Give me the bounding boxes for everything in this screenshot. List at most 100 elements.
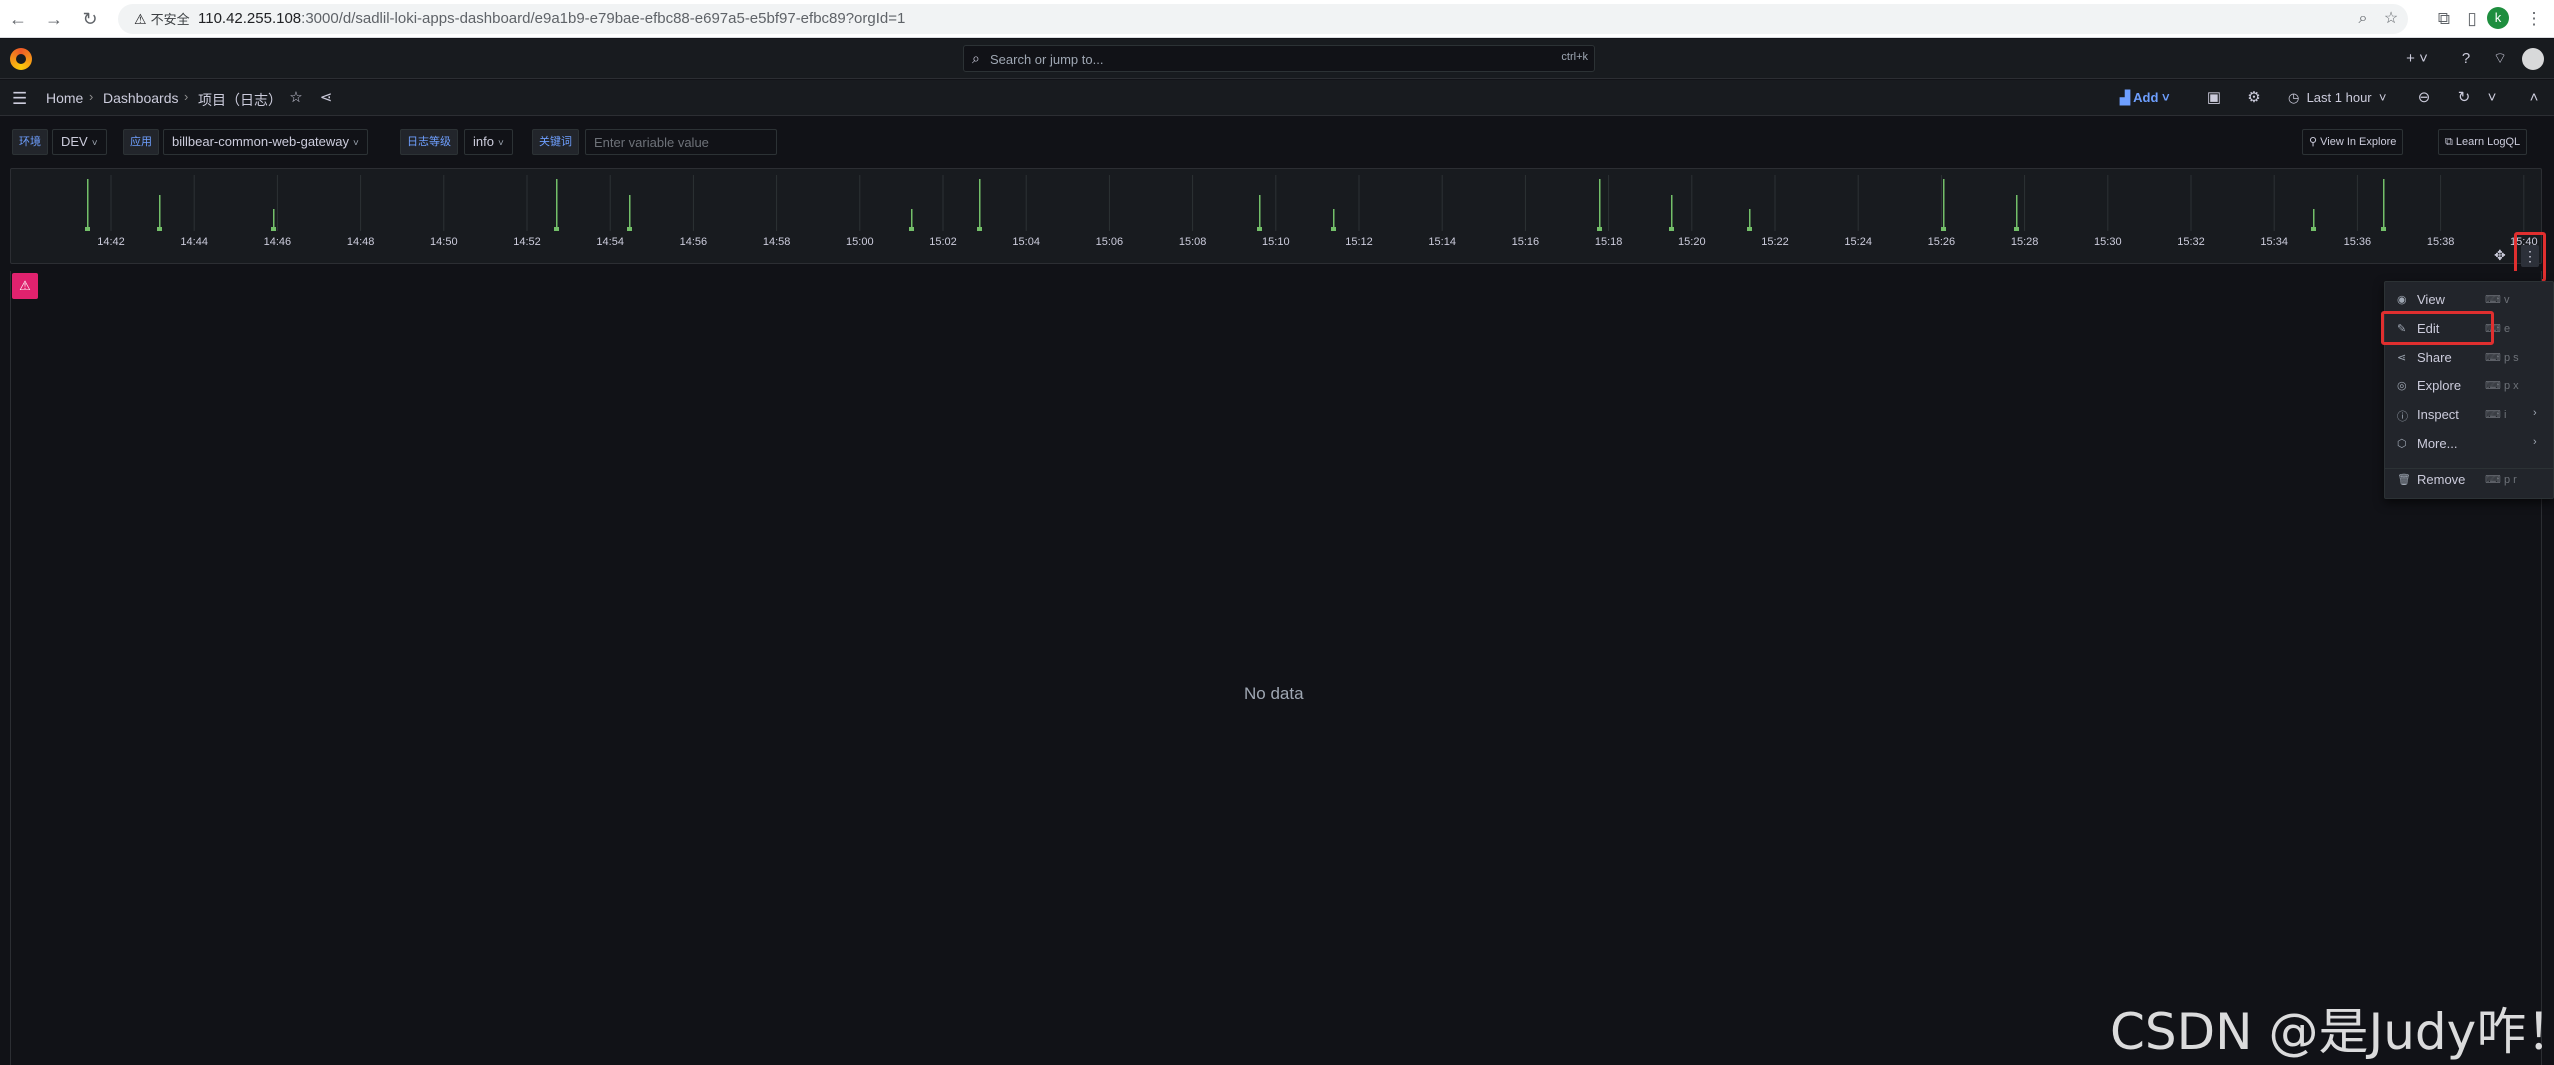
reload-icon[interactable]: ↻ [78,7,102,31]
histogram-bar [1943,179,1945,231]
panel-error-warning-icon[interactable]: ⚠ [12,273,38,299]
breadcrumb-dashboards[interactable]: Dashboards [103,90,179,106]
variable-label-level: 日志等级 [400,129,458,155]
view-in-explore-link[interactable]: ⚲ View In Explore [2302,129,2404,155]
refresh-icon[interactable]: ↻ [2454,88,2474,108]
url-text[interactable]: 110.42.255.108:3000/d/sadlil-loki-apps-d… [198,10,905,27]
back-icon[interactable]: ← [6,7,30,31]
user-avatar[interactable] [2522,48,2544,70]
shortcut-keys: p x [2503,380,2519,392]
log-volume-histogram-panel[interactable]: 14:42 14:44 14:46 14:48 14:50 14:52 14:54 14:56… [10,168,2542,264]
breadcrumb-current-dashboard: 项目（日志） [198,92,282,108]
settings-gear-icon[interactable]: ⚙ [2244,88,2264,108]
security-indicator[interactable]: ⚠ 不安全 [126,8,198,30]
histogram-tick-label: 15:10 [1262,236,1290,248]
extensions-icon[interactable]: ⧉ [2432,7,2456,31]
histogram-tick-label: 15:32 [2177,236,2205,248]
histogram-bar [1259,195,1261,231]
histogram-bar-base [554,227,559,231]
menu-item-inspect[interactable]: ⓘ Inspect ⌨ i › [2385,401,2554,429]
variable-label-env: 环境 [12,129,48,155]
time-range-picker[interactable]: ◷ Last 1 hour ˅ [2288,88,2386,108]
shortcut-keys: p s [2503,352,2519,364]
histogram-tick-label: 15:36 [2344,236,2372,248]
browser-menu-icon[interactable]: ⋮ [2522,7,2546,31]
menu-hamburger-icon[interactable]: ☰ [12,89,27,109]
shortcut-keys: e [2503,323,2511,335]
variable-select-app[interactable]: billbear-common-web-gateway ˅ [163,129,368,155]
shortcut-keys: i [2503,409,2507,421]
breadcrumb-separator-icon: › [89,89,94,104]
menu-item-label: View [2417,292,2445,307]
logs-panel [10,271,2542,1065]
time-range-label: Last 1 hour [2306,90,2372,105]
compass-icon: ◎ [2397,380,2407,392]
shortcut-keys: v [2503,294,2510,306]
variable-select-level[interactable]: info ˅ [464,129,513,155]
star-icon[interactable]: ☆ [286,88,306,108]
chevron-right-icon: › [2533,407,2537,419]
chevron-right-icon: › [2533,436,2537,448]
histogram-bar-base [627,227,632,231]
url-path: :3000/d/sadlil-loki-apps-dashboard/e9a1b… [301,10,906,27]
menu-item-more[interactable]: ⬡ More... › [2385,430,2554,458]
chevron-down-icon: ˅ [91,138,98,149]
variable-value-app: billbear-common-web-gateway [172,134,350,149]
share-icon[interactable]: ⋖ [316,88,336,108]
keyboard-shortcut: ⌨ i [2485,409,2507,421]
search-bar[interactable]: ⌕ Search or jump to... ctrl+k [963,45,1595,72]
variable-value-level: info [473,134,494,149]
new-plus-icon[interactable]: + ˅ [2402,49,2432,69]
histogram-bar-base [1257,227,1262,231]
histogram-tick-label: 14:54 [596,236,624,248]
histogram-tick-label: 15:02 [929,236,957,248]
keyboard-shortcut: ⌨ p x [2485,380,2519,392]
histogram-tick-label: 14:50 [430,236,458,248]
histogram-tick-label: 15:04 [1012,236,1040,248]
search-shortcut-hint: ctrl+k [1561,51,1588,63]
menu-item-remove[interactable]: 🗑 Remove ⌨ p r [2385,466,2554,494]
keyboard-shortcut: ⌨ p s [2485,352,2519,364]
add-button[interactable]: ▟ Add ˅ [2120,88,2170,108]
histogram-bar [1599,179,1601,231]
url-host: 110.42.255.108 [198,10,302,27]
shortcut-keys: p r [2503,474,2517,486]
forward-icon[interactable]: → [42,7,66,31]
keyboard-shortcut: ⌨ v [2485,294,2510,306]
keyboard-shortcut: ⌨ p r [2485,474,2517,486]
menu-item-share[interactable]: ⋖ Share ⌨ p s [2385,344,2554,372]
menu-item-view[interactable]: ◉ View ⌨ v [2385,286,2554,314]
grafana-logo-icon[interactable] [10,48,32,70]
histogram-tick-label: 15:26 [1928,236,1956,248]
histogram-bar-base [2311,227,2316,231]
keyword-input[interactable] [585,129,777,155]
histogram-tick-label: 15:20 [1678,236,1706,248]
warning-icon: ⚠ [134,11,147,27]
profile-avatar[interactable]: k [2487,7,2509,29]
sidepanel-icon[interactable]: ▯ [2460,7,2484,31]
help-icon[interactable]: ? [2456,49,2476,69]
histogram-tick-label: 15:22 [1761,236,1789,248]
bookmark-star-icon[interactable]: ☆ [2381,9,2401,29]
breadcrumb-separator-icon: › [184,89,189,104]
menu-item-label: Share [2417,350,2452,365]
collapse-chevron-up-icon[interactable]: ˄ [2524,88,2544,108]
news-rss-icon[interactable]: ⌔ [2490,49,2510,69]
browser-toolbar: ← → ↻ ⚠ 不安全 110.42.255.108:3000/d/sadlil-… [0,0,2554,38]
address-bar[interactable]: ⚠ 不安全 110.42.255.108:3000/d/sadlil-loki-a… [118,4,2408,34]
histogram-bar-base [157,227,162,231]
refresh-interval-chevron-icon[interactable]: ˅ [2482,88,2502,108]
histogram-bar-base [977,227,982,231]
menu-item-label: More... [2417,436,2458,451]
drag-move-icon[interactable]: ✥ [2494,247,2506,264]
zoom-out-icon[interactable]: ⊖ [2414,88,2434,108]
histogram-tick-label: 14:42 [97,236,125,248]
zoom-icon[interactable]: ⌕ [2353,9,2373,29]
histogram-tick-label: 14:48 [347,236,375,248]
learn-logql-link[interactable]: ⧉ Learn LogQL [2438,129,2528,155]
menu-item-explore[interactable]: ◎ Explore ⌨ p x [2385,372,2554,400]
breadcrumb-home[interactable]: Home [46,90,83,106]
histogram-tick-label: 15:08 [1179,236,1207,248]
save-icon[interactable]: ▣ [2204,88,2224,108]
variable-select-env[interactable]: DEV ˅ [52,129,107,155]
